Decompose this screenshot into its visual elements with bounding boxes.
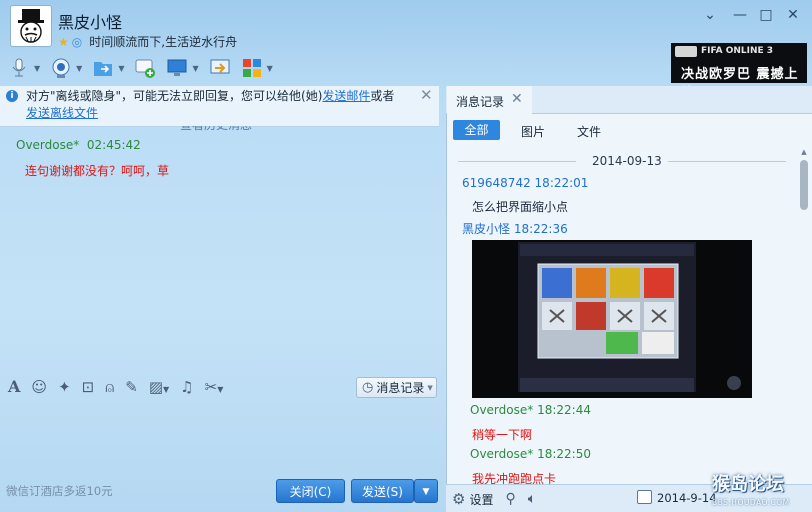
magic-wand-icon[interactable]: ✦ (58, 378, 71, 396)
history-message-header: 619648742 18:22:01 (462, 176, 588, 190)
avatar[interactable] (10, 5, 52, 47)
chevron-down-icon[interactable]: ▼ (34, 64, 40, 73)
chevron-down-icon: ▼ (427, 383, 433, 392)
message-sender: Overdose* (470, 447, 534, 461)
emoji-icon[interactable]: ☺ (31, 378, 47, 396)
chat-toolbar: ▼ ▼ ▼ ▼ ▼ (8, 54, 283, 82)
message-sender: 619648742 (462, 176, 531, 190)
star-icon: ★ (58, 34, 69, 49)
message-time: 18:22:44 (537, 403, 591, 417)
close-icon[interactable]: ✕ (420, 86, 433, 104)
apps-button[interactable]: ▼ (241, 57, 273, 79)
message-time: 18:22:36 (513, 222, 568, 236)
send-options-dropdown[interactable]: ▼ (414, 479, 438, 503)
message-sender: 黑皮小怪 (462, 222, 511, 236)
filter-all[interactable]: 全部 (453, 120, 500, 140)
watermark-logo: 猴岛论坛 (712, 474, 784, 495)
send-offline-file-link[interactable]: 发送离线文件 (26, 106, 98, 120)
remote-desktop-icon (167, 59, 187, 76)
message-time: 18:22:01 (534, 176, 589, 190)
vibrate-icon[interactable]: ⊡ (82, 378, 95, 396)
microphone-icon (12, 58, 26, 77)
image-icon[interactable]: ▨▼ (149, 378, 169, 396)
chevron-down-icon[interactable]: ▼ (192, 64, 198, 73)
shared-screenshot[interactable] (472, 240, 752, 398)
message-time: 18:22:50 (537, 447, 591, 461)
scroll-thumb[interactable] (800, 160, 808, 210)
create-discussion-button[interactable] (134, 57, 156, 79)
voice-call-button[interactable]: ▼ (8, 57, 40, 79)
chevron-down-icon: ▼ (422, 487, 430, 497)
message-text: 连句谢谢都没有？呵呵，草 (25, 164, 170, 178)
edit-icon[interactable]: ✎ (125, 378, 138, 396)
chevron-down-icon[interactable]: ▼ (118, 64, 124, 73)
share-screen-button[interactable] (209, 57, 231, 79)
ad-banner[interactable]: FIFA ONLINE 3 决战欧罗巴 震撼上线 (671, 43, 807, 101)
remote-assist-button[interactable]: ▼ (166, 57, 199, 79)
message-history-button[interactable]: ◷ 消息记录 ▼ (356, 377, 437, 398)
offline-notice: i 对方"离线或隐身"，可能无法立即回复，您可以给他(她)发送邮件或者发送离线文… (0, 86, 439, 127)
search-icon[interactable]: ⚲ (505, 491, 515, 507)
screen-share-icon (210, 59, 230, 74)
calendar-icon[interactable] (637, 490, 652, 504)
file-transfer-icon (94, 62, 113, 76)
divider (668, 161, 786, 162)
message-header: Overdose* 02:45:42 (16, 138, 141, 152)
close-icon[interactable]: ✕ (511, 91, 523, 107)
video-camera-icon (52, 58, 70, 78)
video-call-button[interactable]: ▼ (50, 57, 82, 79)
chevron-down-icon[interactable]: ▼ (267, 64, 273, 73)
message-history-label: 消息记录 (376, 381, 425, 395)
send-file-button[interactable]: ▼ (92, 57, 124, 79)
minimize-icon[interactable]: — (728, 6, 752, 24)
speaker-icon[interactable]: 🔈︎ (528, 491, 536, 507)
input-toolbar: A ☺ ✦ ⊡ ⍝ ✎ ▨▼ ♫ ✂▼ (8, 377, 223, 396)
add-chat-icon (135, 59, 156, 78)
message-sender: Overdose* (16, 138, 80, 152)
message-input[interactable] (0, 401, 445, 471)
selected-date[interactable]: 2014-9-14 (657, 491, 717, 505)
tab-label: 消息记录 (456, 95, 505, 109)
history-message-header: 黑皮小怪 18:22:36 (462, 220, 568, 237)
notice-text-mid: 或者 (370, 89, 395, 103)
watermark-url: BBS.HOUDAO.COM (712, 498, 790, 507)
filter-images[interactable]: 图片 (521, 123, 545, 140)
scroll-up-icon[interactable]: ▲ (798, 148, 810, 156)
send-button[interactable]: 发送(S) (351, 479, 414, 503)
contact-signature: 时间顺流而下,生活逆水行舟 (89, 35, 238, 49)
history-message-text: 怎么把界面缩小点 (472, 200, 569, 214)
apps-grid-icon (242, 59, 261, 77)
ea-logo-icon (675, 46, 697, 57)
maximize-icon[interactable]: □ (754, 6, 778, 24)
font-icon[interactable]: A (8, 377, 20, 396)
history-message-text: 稍等一下啊 (472, 428, 533, 442)
settings-label[interactable]: 设置 (469, 491, 493, 508)
ad-brand: FIFA ONLINE 3 (701, 46, 774, 56)
message-sender: Overdose* (470, 403, 534, 417)
send-email-link[interactable]: 发送邮件 (322, 89, 370, 103)
history-settings-group: ⚙ 设置 ⚲ 🔈︎ (452, 490, 536, 508)
filter-files[interactable]: 文件 (577, 123, 601, 140)
notice-text-before: 对方"离线或隐身"，可能无法立即回复，您可以给他(她) (26, 89, 323, 103)
chevron-down-icon[interactable]: ▼ (76, 64, 82, 73)
history-message-header: Overdose* 18:22:44 (470, 403, 591, 417)
history-message-header: Overdose* 18:22:50 (470, 447, 591, 461)
info-icon: i (6, 90, 18, 102)
voice-icon[interactable]: ⍝ (105, 378, 114, 396)
promo-link[interactable]: 微信订酒店多返10元 (6, 483, 113, 499)
close-icon[interactable]: ✕ (781, 6, 805, 24)
contact-signature-row: ★ ◎ 时间顺流而下,生活逆水行舟 (58, 33, 237, 50)
divider (458, 161, 576, 162)
qzone-icon[interactable]: ◎ (72, 35, 82, 49)
clock-icon: ◷ (362, 380, 374, 395)
contact-name: 黑皮小怪 (58, 13, 123, 32)
scissors-icon[interactable]: ✂▼ (205, 378, 224, 396)
notice-text: 对方"离线或隐身"，可能无法立即回复，您可以给他(她)发送邮件或者发送离线文件 (26, 88, 406, 122)
message-time: 02:45:42 (86, 138, 141, 152)
chevron-down-icon[interactable]: ⌄ (698, 6, 722, 24)
gear-icon[interactable]: ⚙ (452, 490, 465, 508)
music-icon[interactable]: ♫ (180, 378, 193, 396)
close-button[interactable]: 关闭(C) (276, 479, 345, 503)
date-separator: 2014-09-13 (592, 154, 662, 168)
